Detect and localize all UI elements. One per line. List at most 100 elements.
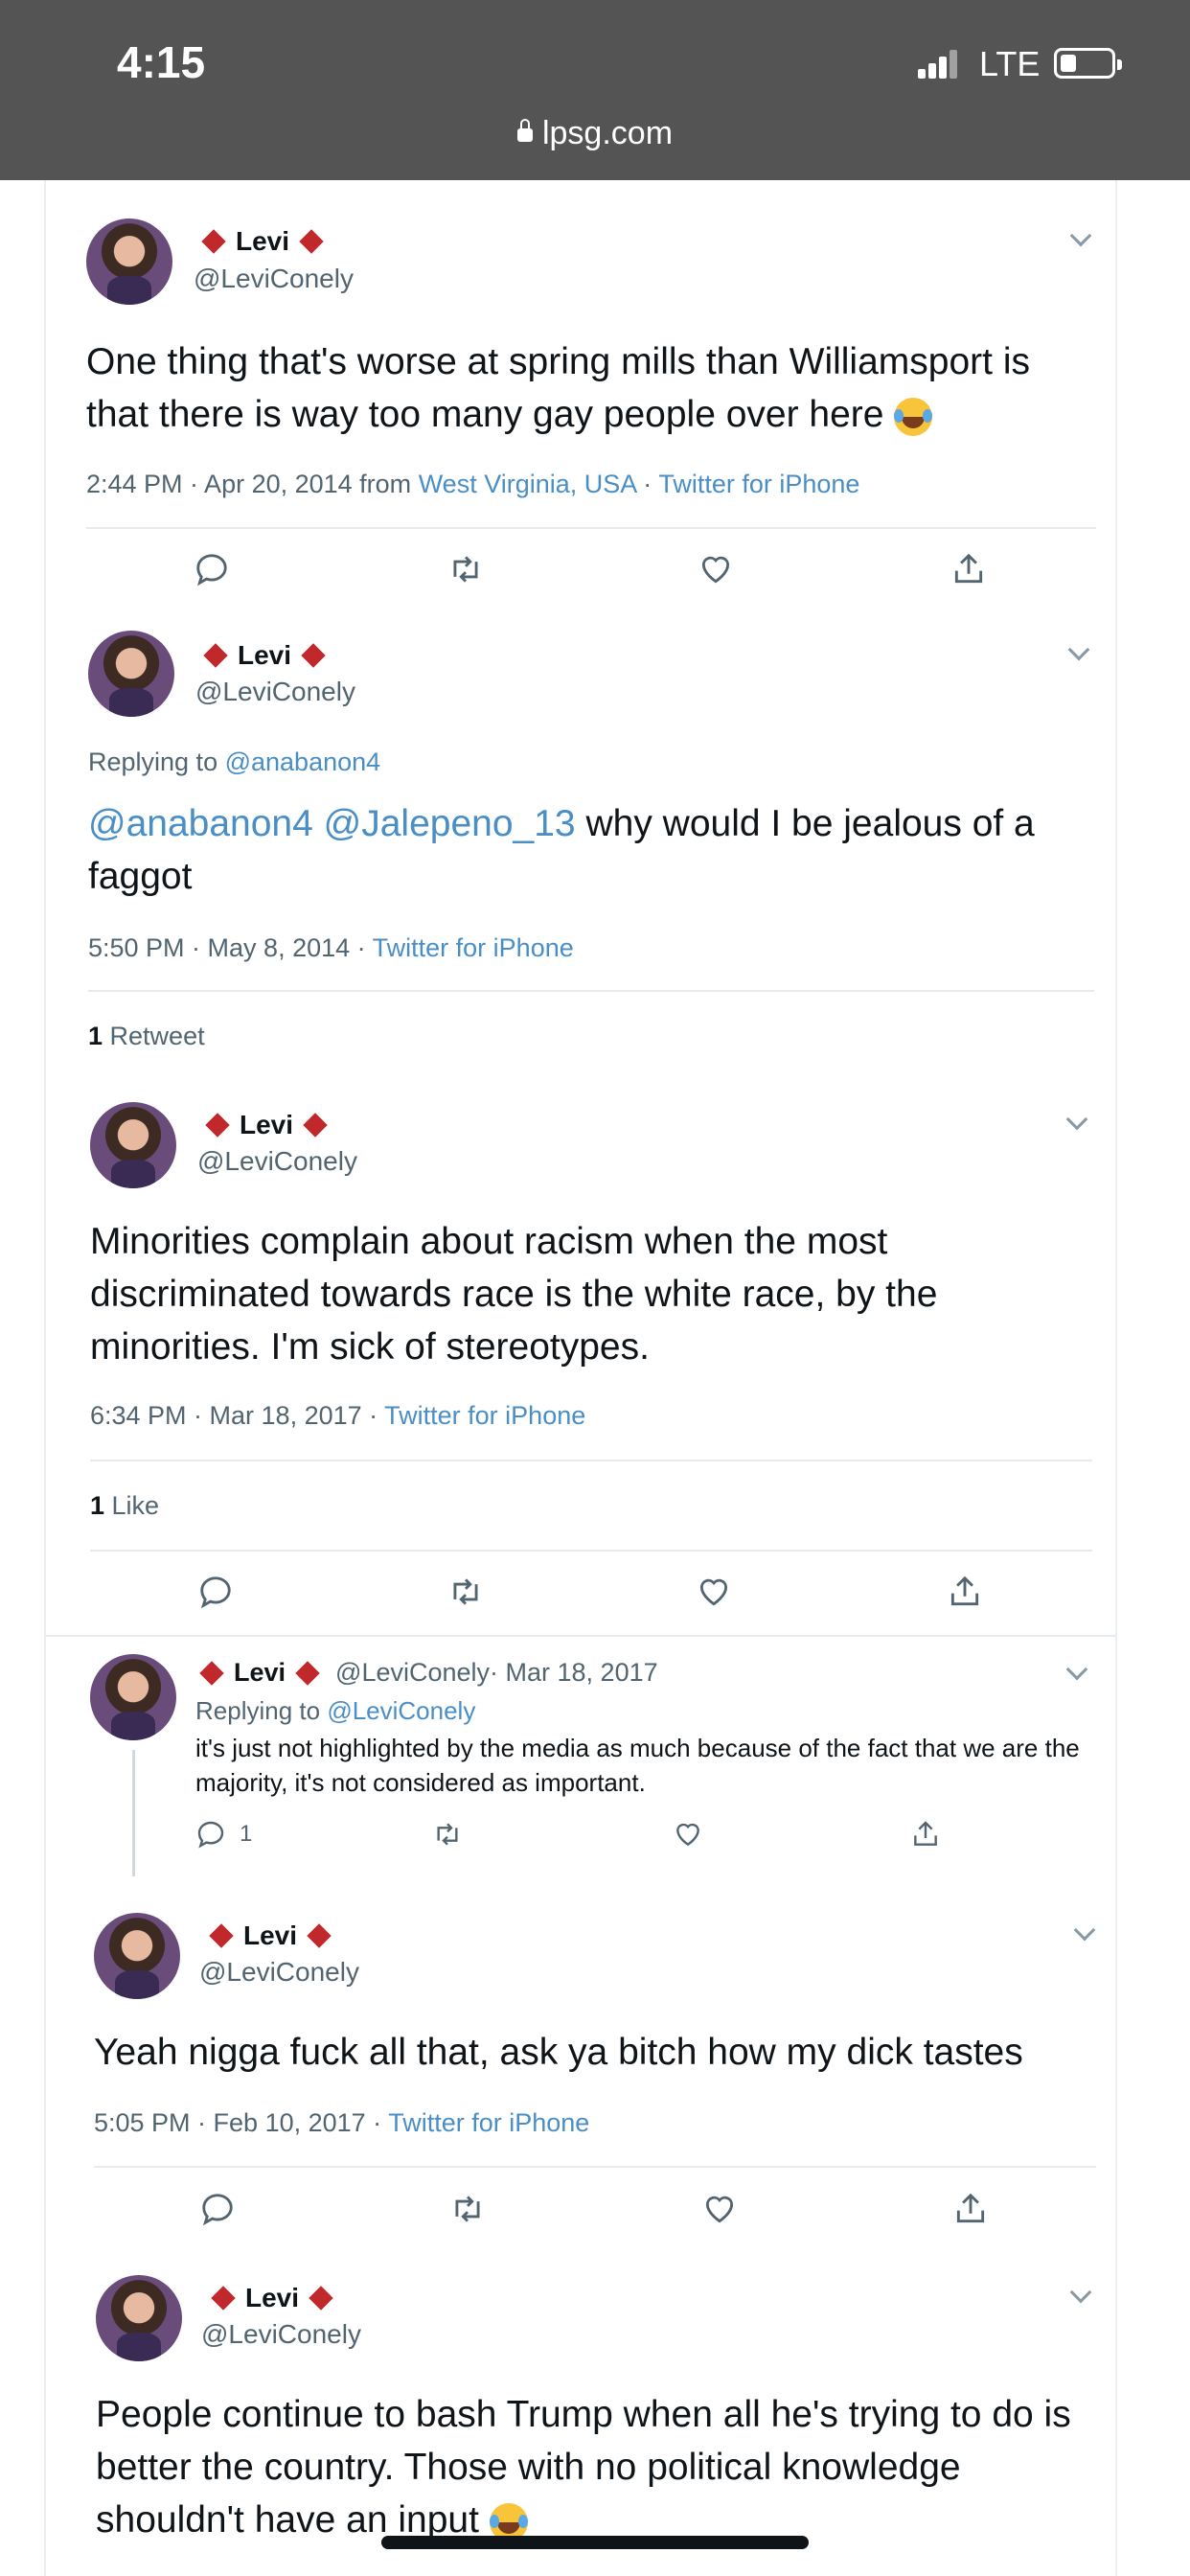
retweet-button[interactable] <box>446 551 485 587</box>
share-button[interactable] <box>952 2191 989 2227</box>
display-name[interactable]: Levi <box>201 2283 343 2313</box>
display-name[interactable]: Levi <box>192 226 333 257</box>
action-bar: 1 <box>0 1819 1190 1861</box>
tweet-text: People continue to bash Trump when all h… <box>96 2394 1071 2542</box>
heart-icon <box>701 556 730 584</box>
divider <box>90 1460 1092 1461</box>
diamond-icon <box>203 643 228 668</box>
divider <box>46 1635 1115 1637</box>
source-link[interactable]: Twitter for iPhone <box>658 470 859 498</box>
avatar[interactable] <box>90 1102 176 1188</box>
handle[interactable]: @LeviConely <box>201 2319 361 2350</box>
share-button[interactable] <box>910 1819 941 1850</box>
chevron-down-icon[interactable] <box>1065 1108 1088 1131</box>
status-time: 4:15 <box>117 37 206 87</box>
retweet-button[interactable] <box>431 1819 464 1850</box>
chevron-down-icon[interactable] <box>1067 638 1090 661</box>
avatar[interactable] <box>88 631 174 717</box>
tweet-text: it's just not highlighted by the media a… <box>195 1734 1080 1797</box>
reply-icon <box>197 1821 224 1849</box>
action-bar <box>0 1574 1190 1616</box>
diamond-icon <box>299 229 324 254</box>
avatar[interactable] <box>86 218 172 305</box>
diamond-icon <box>303 1113 328 1138</box>
network-label: LTE <box>979 44 1041 83</box>
tweet-meta: 6:34 PM · Mar 18, 2017 · Twitter for iPh… <box>90 1401 586 1430</box>
chevron-down-icon[interactable] <box>1073 1919 1096 1942</box>
diamond-icon <box>295 1660 320 1686</box>
mention-link[interactable]: @Jalepeno_13 <box>324 803 576 844</box>
reply-button[interactable] <box>194 551 230 587</box>
tweet-meta: 2:44 PM · Apr 20, 2014 from West Virgini… <box>86 470 860 498</box>
diamond-icon <box>309 2286 333 2311</box>
like-button[interactable] <box>698 551 734 587</box>
reply-button[interactable] <box>197 1574 234 1610</box>
share-button[interactable] <box>947 1574 983 1610</box>
tweet-text: Yeah nigga fuck all that, ask ya bitch h… <box>94 2032 1023 2073</box>
retweet-count[interactable]: 1 Retweet <box>88 1022 205 1051</box>
mention-link[interactable]: @anabanon4 <box>225 748 381 776</box>
source-link[interactable]: Twitter for iPhone <box>384 1401 585 1430</box>
heart-icon <box>705 2196 734 2223</box>
like-button[interactable] <box>696 1574 732 1610</box>
avatar[interactable] <box>90 1654 176 1740</box>
action-bar <box>0 2191 1190 2233</box>
address-bar[interactable]: lpsg.com <box>0 115 1190 152</box>
divider <box>94 2166 1096 2168</box>
handle[interactable]: @LeviConely <box>199 1957 359 1988</box>
reply-icon <box>196 554 227 586</box>
signal-icon <box>918 50 958 79</box>
display-name[interactable]: Levi <box>199 1920 341 1951</box>
chevron-down-icon[interactable] <box>1065 1658 1088 1681</box>
diamond-icon <box>201 229 226 254</box>
share-button[interactable] <box>950 551 987 587</box>
reply-button[interactable] <box>199 2191 236 2227</box>
reply-icon <box>202 2194 233 2226</box>
tweet-meta: 5:05 PM · Feb 10, 2017 · Twitter for iPh… <box>94 2108 590 2137</box>
like-count[interactable]: 1 Like <box>90 1491 159 1521</box>
handle[interactable]: @LeviConely <box>195 677 355 707</box>
avatar[interactable] <box>94 1913 180 1999</box>
chevron-down-icon[interactable] <box>1069 2281 1092 2304</box>
diamond-icon <box>211 2286 236 2311</box>
display-name[interactable]: Levi <box>195 1110 337 1140</box>
diamond-icon <box>307 1923 332 1948</box>
location-link[interactable]: West Virginia, USA <box>419 470 636 498</box>
tweet-text: @anabanon4 @Jalepeno_13 why would I be j… <box>88 803 1035 897</box>
share-icon <box>956 2193 985 2223</box>
tweet-date: · Mar 18, 2017 <box>490 1658 658 1687</box>
retweet-icon <box>455 2196 480 2222</box>
diamond-icon <box>205 1113 230 1138</box>
replying-to: Replying to @anabanon4 <box>88 748 381 776</box>
action-bar <box>0 551 1190 593</box>
like-button[interactable] <box>701 2191 738 2227</box>
retweet-button[interactable] <box>448 2191 487 2227</box>
display-name[interactable]: Levi @LeviConely · Mar 18, 2017 <box>190 1658 658 1688</box>
retweet-icon <box>437 1823 458 1846</box>
chevron-down-icon[interactable] <box>1069 224 1092 247</box>
source-link[interactable]: Twitter for iPhone <box>373 933 574 962</box>
home-indicator[interactable] <box>381 2536 809 2549</box>
mention-link[interactable]: @anabanon4 <box>88 803 313 844</box>
handle[interactable]: @LeviConely <box>197 1146 357 1177</box>
mention-link[interactable]: @LeviConely <box>327 1696 475 1725</box>
joy-emoji-icon <box>894 397 933 436</box>
tweet-meta: 5:50 PM · May 8, 2014 · Twitter for iPho… <box>88 933 574 962</box>
battery-icon <box>1054 48 1122 79</box>
source-link[interactable]: Twitter for iPhone <box>388 2108 589 2137</box>
divider <box>88 990 1094 992</box>
reply-button[interactable]: 1 <box>195 1819 252 1850</box>
display-name[interactable]: Levi <box>194 640 335 671</box>
avatar[interactable] <box>96 2275 182 2361</box>
share-icon <box>950 1576 979 1606</box>
lock-icon <box>516 119 533 142</box>
divider <box>90 1550 1092 1552</box>
retweet-button[interactable] <box>446 1574 485 1610</box>
handle[interactable]: @LeviConely <box>335 1658 490 1688</box>
like-button[interactable] <box>673 1819 703 1850</box>
handle[interactable]: @LeviConely <box>194 264 354 294</box>
reply-count: 1 <box>240 1821 253 1847</box>
share-icon <box>914 1821 937 1846</box>
retweet-icon <box>453 556 478 583</box>
url-text: lpsg.com <box>541 115 674 151</box>
